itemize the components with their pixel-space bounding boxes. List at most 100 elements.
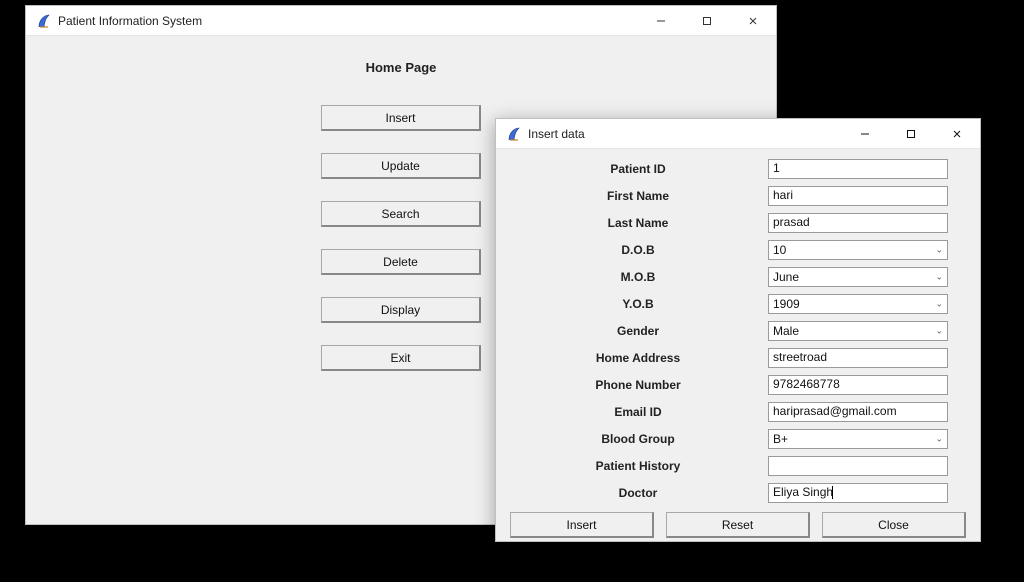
- insert-data-dialog: Insert data Patient ID 1 First Name hari Las…: [495, 118, 981, 542]
- dob-control: 10 ⌄: [768, 240, 968, 260]
- dialog-reset-button[interactable]: Reset: [666, 512, 810, 538]
- dialog-titlebar[interactable]: Insert data: [496, 119, 980, 149]
- last_name-row: Last Name prasad: [508, 209, 968, 236]
- gender-row: Gender Male ⌄: [508, 317, 968, 344]
- doctor-value: Eliya Singh: [773, 485, 833, 499]
- dialog-body: Patient ID 1 First Name hari Last Name prasad…: [496, 149, 980, 541]
- last_name-control: prasad: [768, 213, 968, 233]
- display-button[interactable]: Display: [321, 297, 481, 323]
- exit-button[interactable]: Exit: [321, 345, 481, 371]
- blood_group-row: Blood Group B+ ⌄: [508, 425, 968, 452]
- patient_id-label: Patient ID: [508, 162, 768, 176]
- first_name-value: hari: [773, 188, 793, 202]
- dialog-close-button[interactable]: [934, 119, 980, 149]
- email_id-label: Email ID: [508, 405, 768, 419]
- phone_number-value: 9782468778: [773, 377, 840, 391]
- patient_id-control: 1: [768, 159, 968, 179]
- delete-button[interactable]: Delete: [321, 249, 481, 275]
- yob-label: Y.O.B: [508, 297, 768, 311]
- blood_group-control: B+ ⌄: [768, 429, 968, 449]
- blood_group-combobox[interactable]: B+ ⌄: [768, 429, 948, 449]
- doctor-control: Eliya Singh: [768, 483, 968, 503]
- update-button-label: Update: [381, 159, 420, 173]
- page-title: Home Page: [26, 60, 776, 75]
- email_id-control: hariprasad@gmail.com: [768, 402, 968, 422]
- first_name-control: hari: [768, 186, 968, 206]
- dialog-minimize-button[interactable]: [842, 119, 888, 149]
- form-rows: Patient ID 1 First Name hari Last Name prasad…: [508, 155, 968, 506]
- home_address-control: streetroad: [768, 348, 968, 368]
- dialog-maximize-button[interactable]: [888, 119, 934, 149]
- email_id-value: hariprasad@gmail.com: [773, 404, 897, 418]
- dialog-title: Insert data: [528, 127, 585, 141]
- display-button-label: Display: [381, 303, 420, 317]
- main-window-title: Patient Information System: [58, 14, 202, 28]
- doctor-input[interactable]: Eliya Singh: [768, 483, 948, 503]
- last_name-value: prasad: [773, 215, 810, 229]
- patient_history-control: [768, 456, 968, 476]
- last_name-label: Last Name: [508, 216, 768, 230]
- patient_id-value: 1: [773, 161, 780, 175]
- home_address-row: Home Addressstreetroad: [508, 344, 968, 371]
- search-button-label: Search: [381, 207, 419, 221]
- chevron-down-icon: ⌄: [935, 244, 943, 255]
- phone_number-control: 9782468778: [768, 375, 968, 395]
- mob-control: June ⌄: [768, 267, 968, 287]
- dialog-insert-button-label: Insert: [566, 518, 596, 532]
- patient_id-input[interactable]: 1: [768, 159, 948, 179]
- dialog-close-button-label: Close: [878, 518, 909, 532]
- blood_group-value: B+: [773, 432, 929, 446]
- chevron-down-icon: ⌄: [935, 271, 943, 282]
- insert-button-label: Insert: [385, 111, 415, 125]
- chevron-down-icon: ⌄: [935, 325, 943, 336]
- main-window-titlebar[interactable]: Patient Information System: [26, 6, 776, 36]
- insert-button[interactable]: Insert: [321, 105, 481, 131]
- phone_number-input[interactable]: 9782468778: [768, 375, 948, 395]
- doctor-row: Doctor Eliya Singh: [508, 479, 968, 506]
- phone_number-row: Phone Number 9782468778: [508, 371, 968, 398]
- dialog-button-row: Insert Reset Close: [508, 506, 968, 540]
- gender-combobox[interactable]: Male ⌄: [768, 321, 948, 341]
- yob-control: 1909⌄: [768, 294, 968, 314]
- mob-label: M.O.B: [508, 270, 768, 284]
- yob-combobox[interactable]: 1909⌄: [768, 294, 948, 314]
- main-close-button[interactable]: [730, 6, 776, 36]
- doctor-label: Doctor: [508, 486, 768, 500]
- last_name-input[interactable]: prasad: [768, 213, 948, 233]
- dob-row: D.O.B 10 ⌄: [508, 236, 968, 263]
- dob-value: 10: [773, 243, 929, 257]
- dob-label: D.O.B: [508, 243, 768, 257]
- first_name-row: First Name hari: [508, 182, 968, 209]
- home_address-input[interactable]: streetroad: [768, 348, 948, 368]
- patient_history-input[interactable]: [768, 456, 948, 476]
- phone_number-label: Phone Number: [508, 378, 768, 392]
- email_id-input[interactable]: hariprasad@gmail.com: [768, 402, 948, 422]
- mob-combobox[interactable]: June ⌄: [768, 267, 948, 287]
- chevron-down-icon: ⌄: [935, 433, 943, 444]
- main-minimize-button[interactable]: [638, 6, 684, 36]
- text-caret-icon: [832, 486, 833, 499]
- dialog-insert-button[interactable]: Insert: [510, 512, 654, 538]
- gender-control: Male ⌄: [768, 321, 968, 341]
- blood_group-label: Blood Group: [508, 432, 768, 446]
- dialog-app-icon: [506, 126, 522, 142]
- app-icon: [36, 13, 52, 29]
- mob-row: M.O.B June ⌄: [508, 263, 968, 290]
- gender-value: Male: [773, 324, 929, 338]
- first_name-label: First Name: [508, 189, 768, 203]
- home_address-label: Home Address: [508, 351, 768, 365]
- delete-button-label: Delete: [383, 255, 418, 269]
- email_id-row: Email ID hariprasad@gmail.com: [508, 398, 968, 425]
- first_name-input[interactable]: hari: [768, 186, 948, 206]
- update-button[interactable]: Update: [321, 153, 481, 179]
- main-maximize-button[interactable]: [684, 6, 730, 36]
- dob-combobox[interactable]: 10 ⌄: [768, 240, 948, 260]
- patient_id-row: Patient ID 1: [508, 155, 968, 182]
- gender-label: Gender: [508, 324, 768, 338]
- yob-value: 1909: [773, 297, 929, 311]
- mob-value: June: [773, 270, 929, 284]
- dialog-close-button2[interactable]: Close: [822, 512, 966, 538]
- exit-button-label: Exit: [390, 351, 410, 365]
- dialog-reset-button-label: Reset: [722, 518, 753, 532]
- search-button[interactable]: Search: [321, 201, 481, 227]
